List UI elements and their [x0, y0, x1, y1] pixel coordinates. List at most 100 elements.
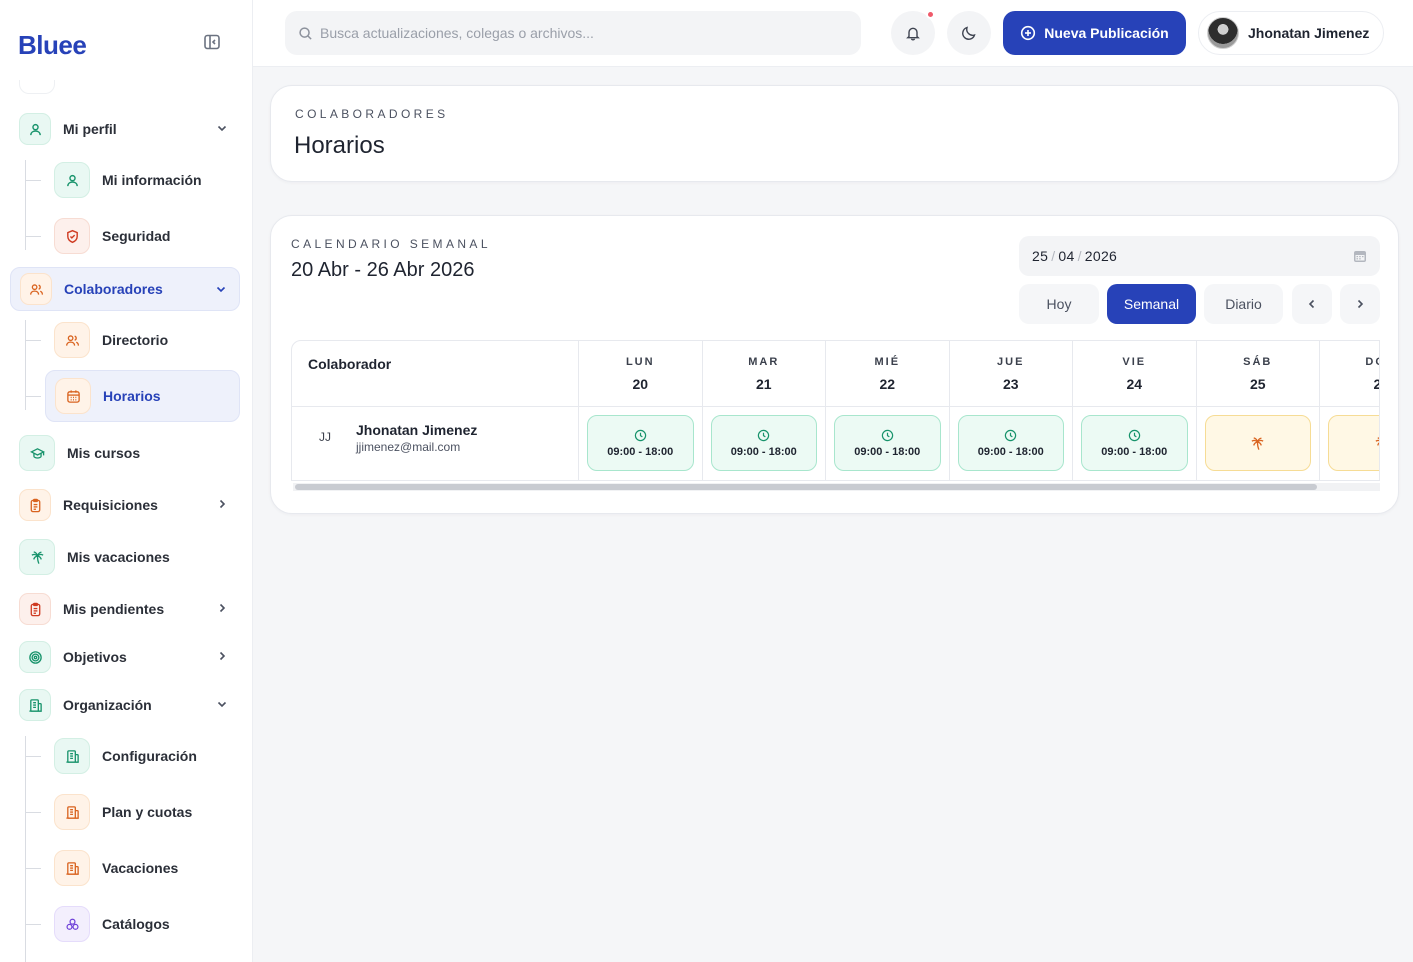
page-header-card: COLABORADORES Horarios: [270, 85, 1399, 182]
day-of-week: MAR: [748, 356, 780, 368]
weekly-calendar-card: CALENDARIO SEMANAL 20 Abr - 26 Abr 2026 …: [270, 215, 1399, 514]
calendar-eyebrow: CALENDARIO SEMANAL: [291, 237, 491, 251]
collaborator-cell[interactable]: JJ Jhonatan Jimenez jjimenez@mail.com: [292, 407, 579, 480]
day-column-header: JUE 23: [949, 341, 1073, 407]
sidebar-item-colaboradores[interactable]: Colaboradores: [10, 267, 240, 311]
sidebar-item-label: Catálogos: [102, 916, 170, 932]
chevron-down-icon: [216, 698, 228, 710]
tree-branch: [25, 396, 41, 397]
notifications-button[interactable]: [891, 10, 935, 55]
bell-icon: [906, 27, 920, 41]
sidebar-item-directorio[interactable]: Directorio: [45, 314, 240, 366]
day-number: 25: [1249, 376, 1266, 392]
sidebar-item-mis-vacaciones[interactable]: Mis vacaciones: [10, 535, 240, 579]
day-of-week: MIÉ: [874, 356, 901, 368]
day-of-week: VIE: [1122, 356, 1147, 368]
chevron-right-icon: [216, 498, 228, 510]
sidebar-item-vacaciones[interactable]: Vacaciones: [45, 842, 240, 894]
sidebar-item-configuracion[interactable]: Configuración: [45, 730, 240, 782]
work-shift-block[interactable]: 09:00 - 18:00: [957, 415, 1064, 471]
sidebar-item-catalogos[interactable]: Catálogos: [45, 898, 240, 950]
day-number: 26: [1320, 376, 1379, 392]
sidebar-item-mis-cursos[interactable]: Mis cursos: [10, 431, 240, 475]
calendar-icon[interactable]: [1352, 248, 1368, 264]
day-of-week: DOM: [1365, 356, 1379, 368]
sidebar-item-mi-perfil[interactable]: Mi perfil: [10, 107, 240, 151]
graduation-cap-icon: [19, 435, 55, 471]
tree-branch: [25, 868, 41, 869]
clipboard-icon: [19, 489, 51, 521]
app-logo[interactable]: Bluee: [18, 30, 87, 61]
work-shift-block[interactable]: 09:00 - 18:00: [834, 415, 941, 471]
previous-week-button[interactable]: [1292, 284, 1332, 324]
day-column-header: MAR 21: [702, 341, 826, 407]
shift-time: 09:00 - 18:00: [977, 445, 1044, 458]
work-shift-block[interactable]: 09:00 - 18:00: [1081, 415, 1188, 471]
schedule-cell[interactable]: 09:00 - 18:00: [950, 407, 1073, 480]
clock-icon: [634, 429, 647, 442]
boxes-icon: [54, 906, 90, 942]
sidebar-item-plan-y-cuotas[interactable]: Plan y cuotas: [45, 786, 240, 838]
shift-time: 09:00 - 18:00: [607, 445, 674, 458]
user-name: Jhonatan Jimenez: [1248, 25, 1370, 41]
day-of-week: JUE: [997, 356, 1025, 368]
sidebar-collapse-icon[interactable]: [203, 33, 221, 51]
target-icon: [19, 641, 51, 673]
sidebar-item-objetivos[interactable]: Objetivos: [10, 635, 240, 679]
new-post-label: Nueva Publicación: [1044, 25, 1169, 41]
tree-branch: [25, 924, 41, 925]
schedule-cell[interactable]: [1320, 407, 1379, 480]
schedule-grid: Colaborador JJ Jhonatan Jimenez jjimenez…: [292, 341, 1379, 480]
shift-time: 09:00 - 18:00: [730, 445, 797, 458]
sidebar-item-mis-pendientes[interactable]: Mis pendientes: [10, 587, 240, 631]
clipboard-icon: [19, 593, 51, 625]
building-icon: [54, 738, 90, 774]
collaborator-column-label: Colaborador: [308, 356, 392, 372]
theme-toggle-button[interactable]: [947, 11, 991, 55]
clock-icon: [757, 429, 770, 442]
users-icon: [54, 322, 90, 358]
day-off-block[interactable]: [1328, 415, 1379, 471]
notification-dot: [926, 10, 935, 19]
scrolled-item-edge: [19, 80, 55, 94]
building-icon: [54, 794, 90, 830]
search-bar[interactable]: [285, 11, 861, 55]
work-shift-block[interactable]: 09:00 - 18:00: [587, 415, 694, 471]
schedule-cell[interactable]: 09:00 - 18:00: [579, 407, 703, 480]
tree-branch: [25, 180, 41, 181]
date-picker-input[interactable]: 25/04/2026: [1019, 236, 1380, 276]
view-daily-button[interactable]: Diario: [1204, 284, 1283, 324]
topbar: Nueva Publicación Jhonatan Jimenez: [253, 0, 1413, 67]
next-week-button[interactable]: [1340, 284, 1380, 324]
day-column-header: VIE 24: [1073, 341, 1197, 407]
horizontal-scrollbar-thumb[interactable]: [295, 484, 1317, 490]
sidebar-item-organizacion[interactable]: Organización: [10, 683, 240, 727]
day-column-header: SÁB 25: [1196, 341, 1320, 407]
sidebar-item-seguridad[interactable]: Seguridad: [45, 210, 240, 262]
search-input[interactable]: [320, 25, 840, 41]
palm-tree-icon: [1374, 436, 1379, 451]
users-icon: [20, 273, 52, 305]
sidebar-item-requisiciones[interactable]: Requisiciones: [10, 483, 240, 527]
chevron-right-icon: [216, 650, 228, 662]
schedule-cell[interactable]: [1197, 407, 1320, 480]
new-post-button[interactable]: Nueva Publicación: [1003, 11, 1186, 55]
sidebar-item-label: Configuración: [102, 748, 197, 764]
day-off-block[interactable]: [1204, 415, 1311, 471]
sidebar-item-mi-informacion[interactable]: Mi información: [45, 154, 240, 206]
schedule-cell[interactable]: 09:00 - 18:00: [826, 407, 950, 480]
chevron-right-icon: [216, 602, 228, 614]
view-weekly-button[interactable]: Semanal: [1107, 284, 1196, 324]
sidebar-item-horarios[interactable]: Horarios: [45, 370, 240, 422]
avatar: [1207, 17, 1239, 49]
user-icon: [19, 113, 51, 145]
work-shift-block[interactable]: 09:00 - 18:00: [710, 415, 817, 471]
schedule-cell[interactable]: 09:00 - 18:00: [703, 407, 826, 480]
collaborator-email: jjimenez@mail.com: [356, 440, 461, 454]
moon-icon: [962, 26, 976, 40]
schedule-table[interactable]: Colaborador JJ Jhonatan Jimenez jjimenez…: [291, 340, 1380, 481]
user-menu[interactable]: Jhonatan Jimenez: [1198, 11, 1384, 55]
schedule-cell[interactable]: 09:00 - 18:00: [1073, 407, 1197, 480]
collaborator-column-header: Colaborador: [292, 341, 579, 407]
view-today-button[interactable]: Hoy: [1019, 284, 1099, 324]
